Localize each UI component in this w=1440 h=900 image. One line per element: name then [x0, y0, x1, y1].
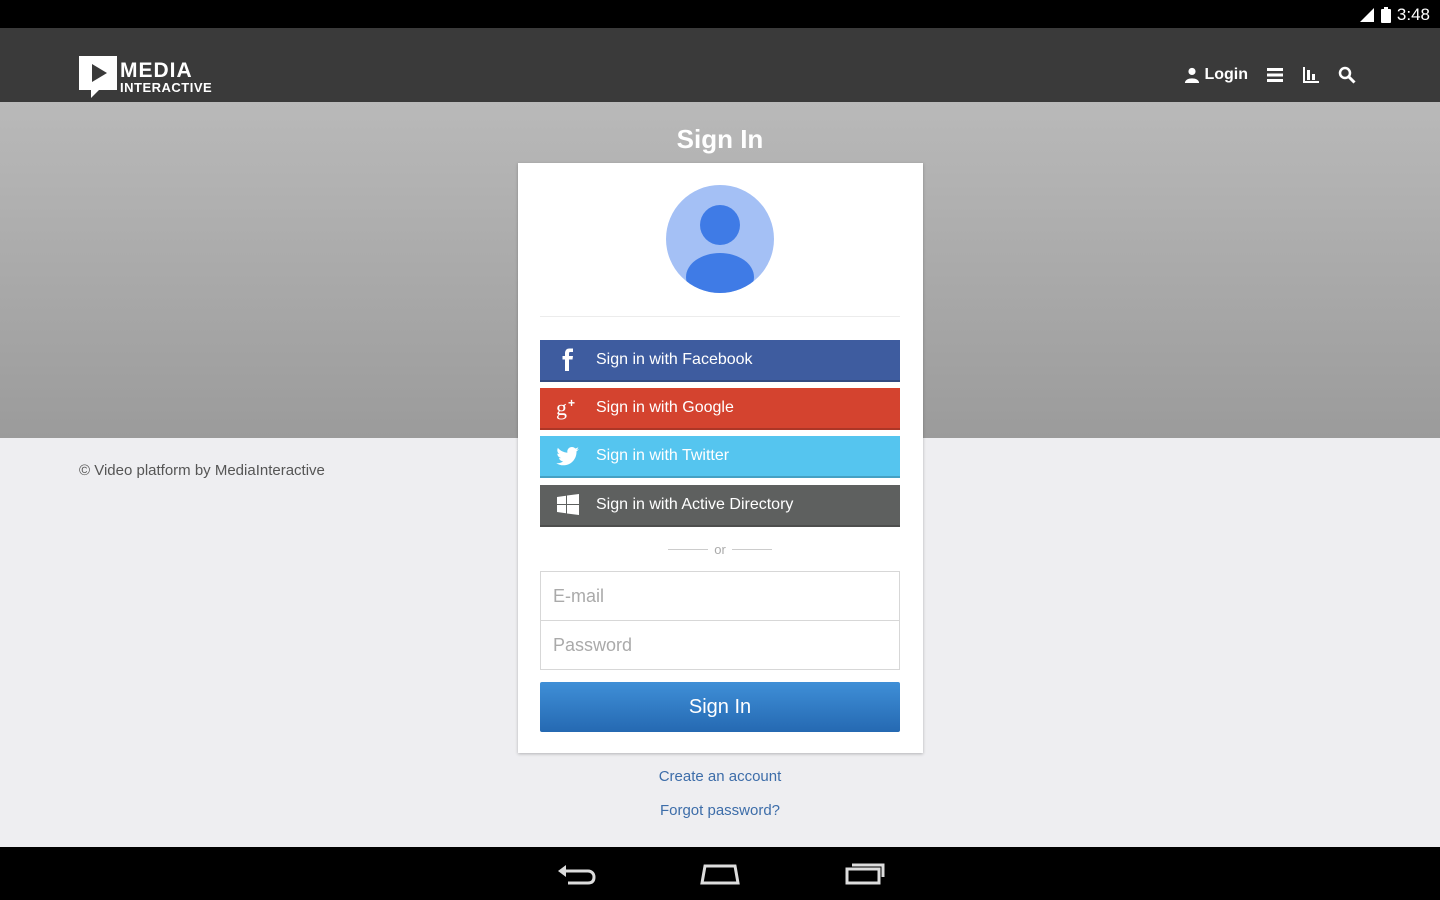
twitter-icon [540, 435, 596, 477]
back-button[interactable] [554, 857, 598, 889]
signin-button[interactable]: Sign In [540, 682, 900, 732]
logo-play-icon [79, 56, 117, 98]
status-time: 3:48 [1396, 5, 1430, 24]
battery-icon [1380, 7, 1391, 23]
password-field[interactable] [540, 621, 900, 670]
list-icon[interactable] [1266, 66, 1284, 84]
home-button[interactable] [698, 857, 742, 889]
active-directory-signin-label: Sign in with Active Directory [596, 496, 794, 513]
email-field[interactable] [540, 571, 900, 621]
or-text: or [714, 542, 726, 557]
signal-icon [1359, 8, 1374, 22]
chart-icon[interactable] [1302, 66, 1320, 84]
facebook-signin-label: Sign in with Facebook [596, 351, 753, 368]
login-label: Login [1204, 66, 1248, 83]
google-signin-button[interactable]: g + Sign in with Google [540, 388, 900, 430]
svg-text:g: g [556, 396, 567, 420]
logo-line1: MEDIA [120, 59, 193, 82]
logo-text: MEDIA INTERACTIVE [120, 60, 212, 94]
user-icon [1185, 67, 1200, 83]
home-icon [700, 864, 740, 885]
svg-text:+: + [568, 396, 575, 410]
twitter-signin-label: Sign in with Twitter [596, 447, 730, 464]
google-signin-label: Sign in with Google [596, 399, 734, 416]
card-divider [540, 316, 900, 317]
separator-line-right [731, 549, 772, 550]
twitter-signin-button[interactable]: Sign in with Twitter [540, 436, 900, 478]
avatar-person-icon [686, 205, 754, 293]
status-bar: 3:48 [0, 0, 1440, 28]
back-icon [558, 865, 596, 885]
login-link[interactable]: Login [1184, 66, 1248, 84]
recent-apps-button[interactable] [843, 857, 887, 889]
search-icon[interactable] [1338, 66, 1356, 84]
app-header [0, 28, 1440, 102]
logo[interactable]: MEDIA INTERACTIVE [79, 56, 212, 98]
google-plus-icon: g + [540, 387, 596, 429]
facebook-signin-button[interactable]: Sign in with Facebook [540, 340, 900, 382]
recent-apps-icon [845, 863, 885, 885]
signin-card: Sign in with Facebook g + Sign in with Go… [518, 163, 923, 753]
active-directory-signin-button[interactable]: Sign in with Active Directory [540, 485, 900, 527]
separator-line-left [668, 549, 709, 550]
windows-icon [540, 484, 596, 526]
forgot-password-link[interactable]: Forgot password? [0, 802, 1440, 819]
or-separator: or [668, 542, 772, 557]
status-icons: 3:48 [1359, 5, 1430, 25]
create-account-link[interactable]: Create an account [0, 768, 1440, 785]
logo-line2: INTERACTIVE [120, 80, 213, 95]
android-nav-bar [0, 847, 1440, 900]
header-nav: Login [1184, 66, 1356, 84]
facebook-icon [540, 339, 596, 381]
page-title: Sign In [676, 124, 764, 154]
avatar [666, 185, 774, 293]
copyright-text: © Video platform by MediaInteractive [79, 462, 325, 479]
